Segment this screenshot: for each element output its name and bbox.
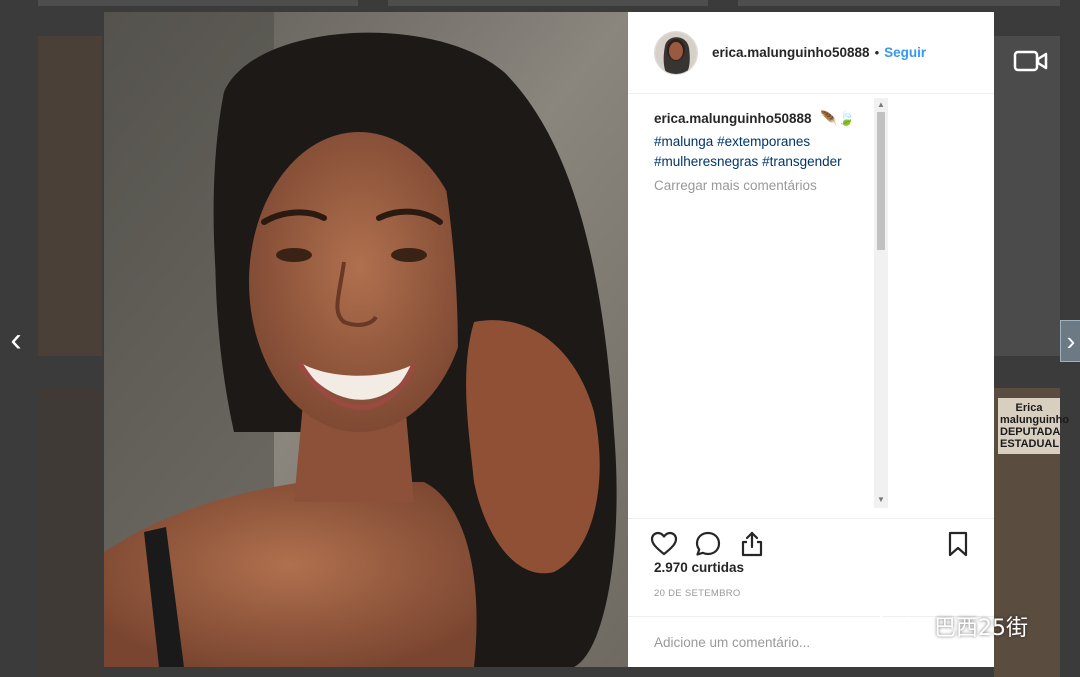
post-photo[interactable] (104, 12, 628, 667)
comments-scrollbar[interactable]: ▲ ▼ (874, 98, 888, 508)
comment-icon[interactable] (694, 530, 722, 558)
heart-icon[interactable] (650, 530, 678, 558)
avatar[interactable] (654, 30, 698, 75)
caption-hashtags: #malunga #extemporanes #mulheresnegras #… (654, 132, 968, 172)
caption-username-link[interactable]: erica.malunguinho50888 (654, 111, 812, 126)
follow-button[interactable]: Seguir (884, 45, 926, 60)
header-separator: • (874, 45, 880, 60)
hashtag-link[interactable]: #transgender (762, 154, 842, 169)
scroll-thumb[interactable] (877, 112, 885, 250)
background-thumbnail[interactable] (388, 0, 708, 6)
caption-emoji: 🪶🍃 (820, 110, 855, 126)
next-post-arrow-icon[interactable]: › (1060, 320, 1080, 362)
previous-post-arrow-icon[interactable]: ‹ (4, 320, 28, 360)
background-thumbnail[interactable] (38, 388, 102, 677)
background-thumbnail[interactable] (994, 36, 1060, 356)
header-username-link[interactable]: erica.malunguinho50888 (712, 45, 870, 60)
hashtag-link[interactable]: #mulheresnegras (654, 154, 758, 169)
post-header: erica.malunguinho50888 • Seguir (628, 12, 994, 94)
background-poster-text: Erica malunguinho DEPUTADA ESTADUAL (998, 398, 1069, 454)
hashtag-link[interactable]: #extemporanes (717, 134, 810, 149)
wechat-logo-icon (878, 610, 921, 641)
background-thumbnail[interactable] (38, 0, 358, 6)
video-icon (1013, 50, 1048, 72)
comment-input[interactable] (654, 634, 854, 650)
background-thumbnail[interactable] (738, 0, 1060, 6)
background-thumbnail[interactable] (38, 36, 102, 356)
likes-count[interactable]: 2.970 curtidas (654, 560, 744, 575)
post-date[interactable]: 20 DE SETEMBRO (654, 588, 741, 599)
bookmark-icon[interactable] (944, 530, 972, 558)
share-icon[interactable] (738, 530, 766, 558)
comments-section: erica.malunguinho50888 🪶🍃 #malunga #exte… (628, 102, 994, 506)
watermark: 巴西25街 (876, 606, 1028, 646)
post-modal: erica.malunguinho50888 • Seguir erica.ma… (104, 12, 994, 667)
scroll-up-arrow-icon[interactable]: ▲ (877, 101, 885, 109)
watermark-text: 巴西25街 (934, 616, 1028, 641)
post-side-panel: erica.malunguinho50888 • Seguir erica.ma… (628, 12, 994, 667)
hashtag-link[interactable]: #malunga (654, 134, 713, 149)
scroll-down-arrow-icon[interactable]: ▼ (877, 496, 885, 504)
load-more-comments-button[interactable]: Carregar mais comentários (654, 178, 968, 193)
